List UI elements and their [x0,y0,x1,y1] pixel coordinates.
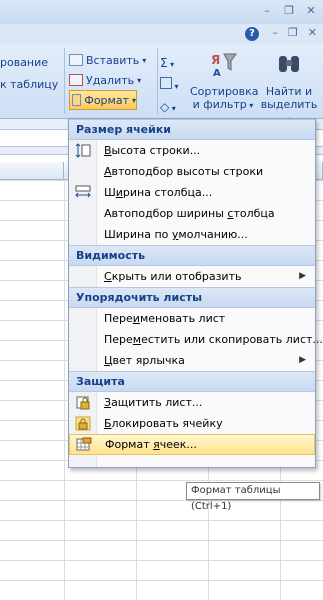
fill-button[interactable]: ▾ [160,74,190,96]
group-separator [157,48,158,114]
close-workbook-icon[interactable]: ✕ [308,26,317,39]
styles-group-partial: рование к таблицу [0,52,58,96]
title-bar: – ❐ ✕ [0,0,323,24]
format-icon [72,94,82,106]
tooltip: Формат таблицы (Ctrl+1) [186,482,320,512]
menu-item-format-cells[interactable]: Формат ячеек... [69,434,315,455]
conditional-format-button[interactable]: рование [0,52,58,74]
help-icon[interactable]: ? [245,27,259,41]
chevron-down-icon: ▾ [142,55,147,65]
section-visibility: Видимость [69,245,315,266]
insert-label: Вставить [86,53,140,67]
minimize-workbook-icon[interactable]: – [272,26,278,39]
sort-filter-label-2-row: и фильтр ▾ [192,98,254,111]
menu-item-default-width[interactable]: Ширина по умолчанию... [69,224,315,245]
minimize-icon[interactable]: – [261,4,273,17]
column-width-icon [75,185,91,198]
menu-item-lock-cell[interactable]: Блокировать ячейку [69,413,315,434]
menu-item-autofit-row-height[interactable]: Автоподбор высоты строки [69,161,315,182]
eraser-icon: ◇ [160,100,170,114]
chevron-down-icon: ▾ [131,95,136,105]
ribbon: рование к таблицу Вставить ▾ Удалить ▾ Фор… [0,44,323,124]
autosum-button[interactable]: Σ ▾ [160,52,190,74]
format-label: Формат [84,93,129,107]
sort-filter-icon: Я А [211,53,237,79]
format-as-table-button[interactable]: к таблицу [0,74,58,96]
find-select-label-2: выделить [260,98,318,111]
cells-group: Вставить ▾ Удалить ▾ Формат ▾ [69,50,157,110]
menu-item-column-width[interactable]: Ширина столбца... [69,182,315,203]
section-cell-size: Размер ячейки [69,119,315,140]
section-protection: Защита [69,371,315,392]
group-separator [64,48,65,114]
delete-icon [69,74,83,86]
find-select-label-1: Найти и [265,85,313,98]
restore-workbook-icon[interactable]: ❐ [288,26,298,39]
format-cells-icon [76,437,92,451]
section-organize-sheets: Упорядочить листы [69,287,315,308]
svg-text:А: А [213,68,221,78]
workbook-controls: – ❐ ✕ [272,26,317,39]
menu-item-hide-unhide[interactable]: Скрыть или отобразить ▶ [69,266,315,287]
ribbon-tab-strip: ? – ❐ ✕ [0,24,323,44]
format-button[interactable]: Формат ▾ [69,90,137,110]
editing-small-buttons: Σ ▾ ▾ ◇ ▾ [160,52,190,118]
submenu-arrow-icon: ▶ [299,355,306,365]
excel-window: – ❐ ✕ ? – ❐ ✕ рование к таблицу Вставить… [0,0,323,600]
menu-item-autofit-column-width[interactable]: Автоподбор ширины столбца [69,203,315,224]
close-icon[interactable]: ✕ [305,4,317,17]
lock-icon [75,416,91,431]
menu-item-row-height[interactable]: Высота строки... [69,140,315,161]
clear-button[interactable]: ◇ ▾ [160,96,190,118]
insert-icon [69,54,83,66]
menu-item-move-copy-sheet[interactable]: Переместить или скопировать лист... [69,329,323,350]
sort-filter-label-2: и фильтр [192,98,247,111]
binoculars-icon [279,56,299,72]
sort-filter-label-1: Сортировка [190,85,259,98]
restore-icon[interactable]: ❐ [283,4,295,17]
row-height-icon [75,143,91,158]
fill-down-icon [160,77,172,89]
delete-label: Удалить [86,73,135,87]
sigma-icon: Σ [160,56,168,70]
menu-item-tab-color[interactable]: Цвет ярлычка ▶ [69,350,315,371]
menu-item-rename-sheet[interactable]: Переименовать лист [69,308,315,329]
column-header-j[interactable] [0,162,64,180]
svg-text:Я: Я [211,53,220,67]
window-controls: – ❐ ✕ [261,4,317,17]
submenu-arrow-icon: ▶ [299,271,306,281]
insert-button[interactable]: Вставить ▾ [69,50,157,70]
chevron-down-icon: ▾ [137,75,142,85]
sort-filter-button[interactable]: Я А Сортировка и фильтр ▾ [190,50,259,112]
protect-sheet-icon [76,396,90,410]
delete-button[interactable]: Удалить ▾ [69,70,157,90]
find-select-button[interactable]: Найти и выделить ▾ [258,50,320,126]
format-dropdown-menu: Размер ячейки Высота строки... Автоподбо… [68,118,323,468]
menu-item-protect-sheet[interactable]: Защитить лист... [69,392,315,413]
